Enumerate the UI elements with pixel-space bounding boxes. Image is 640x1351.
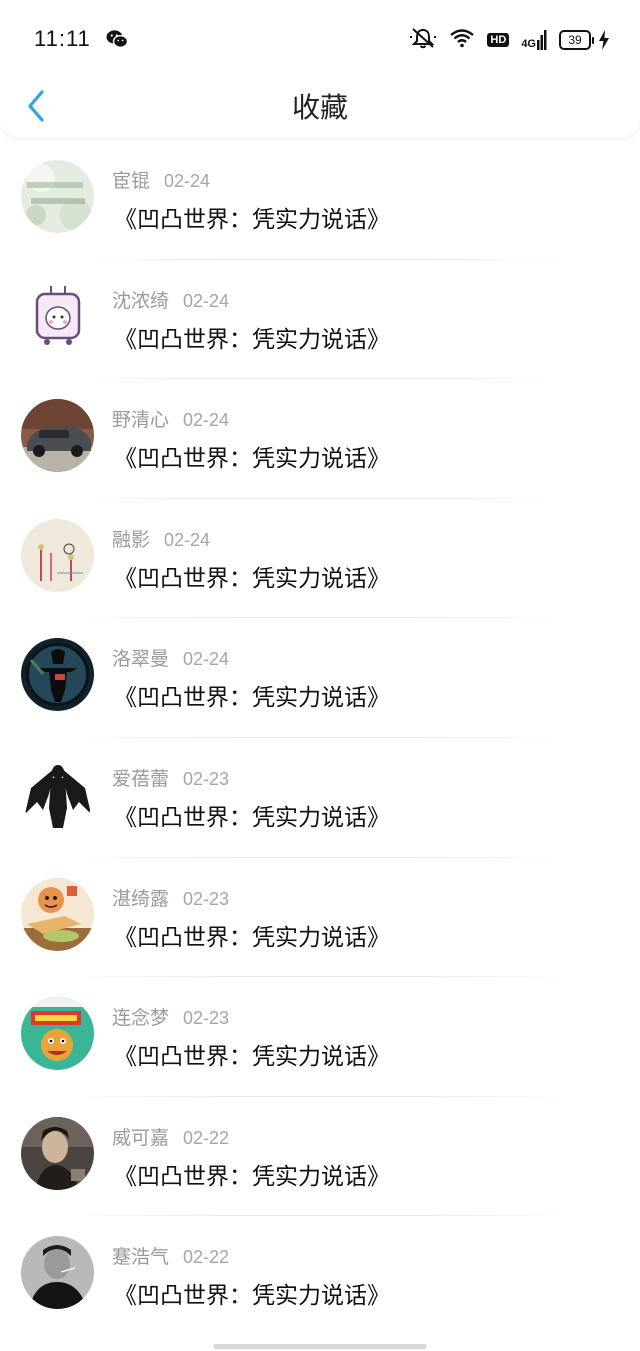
item-meta: 威可嘉 02-22 [112, 1123, 229, 1150]
avatar [21, 518, 94, 592]
item-title: 《凹凸世界：凭实力说话》 [114, 1283, 390, 1310]
charging-bolt-icon [599, 30, 609, 50]
item-meta: 沈浓绮 02-24 [112, 286, 229, 313]
author-name: 湛绮露 [112, 887, 170, 910]
avatar [21, 877, 94, 951]
avatar [21, 757, 94, 831]
avatar [21, 1116, 94, 1190]
author-name: 蹇浩气 [112, 1246, 170, 1269]
wifi-icon [449, 28, 475, 52]
author-name: 连念梦 [112, 1007, 170, 1030]
avatar [21, 638, 94, 712]
item-title: 《凹凸世界：凭实力说话》 [114, 207, 390, 233]
item-date: 02-24 [183, 649, 230, 670]
avatar [21, 997, 94, 1071]
hd-badge: HD [487, 33, 510, 47]
mute-bell-icon [409, 27, 437, 53]
wechat-icon [106, 29, 129, 53]
favorites-list: 宦锟 02-24 《凹凸世界：凭实力说话》 沈浓绮 02-24 《凹凸世界：凭实… [0, 140, 640, 1336]
list-item[interactable]: 爱蓓蕾 02-23 《凹凸世界：凭实力说话》 [0, 738, 640, 858]
item-meta: 蹇浩气 02-22 [112, 1242, 229, 1269]
status-bar: 11:11 HD 4G 39 [0, 0, 640, 78]
item-title: 《凹凸世界：凭实力说话》 [114, 1044, 390, 1071]
battery-indicator: 39 [559, 30, 610, 50]
item-date: 02-23 [183, 768, 230, 789]
item-date: 02-22 [183, 1127, 230, 1148]
item-meta: 湛绮露 02-23 [112, 884, 229, 911]
status-icons: HD 4G 39 [409, 26, 610, 54]
item-date: 02-23 [183, 888, 230, 909]
battery-tip [592, 36, 594, 44]
list-item[interactable]: 湛绮露 02-23 《凹凸世界：凭实力说话》 [0, 858, 640, 978]
page-title: 收藏 [291, 91, 348, 124]
battery-level: 39 [559, 30, 591, 50]
avatar [21, 160, 94, 233]
list-item[interactable]: 融影 02-24 《凹凸世界：凭实力说话》 [0, 499, 640, 619]
signal-icon: 4G [521, 30, 547, 50]
author-name: 威可嘉 [112, 1126, 170, 1149]
list-item[interactable]: 沈浓绮 02-24 《凹凸世界：凭实力说话》 [0, 260, 640, 380]
item-title: 《凹凸世界：凭实力说话》 [114, 446, 390, 473]
item-meta: 爱蓓蕾 02-23 [112, 764, 229, 791]
status-time: 11:11 [34, 26, 91, 51]
home-indicator [213, 1344, 427, 1349]
list-item[interactable]: 宦锟 02-24 《凹凸世界：凭实力说话》 [0, 140, 640, 260]
item-title: 《凹凸世界：凭实力说话》 [114, 924, 390, 951]
network-type: 4G [521, 38, 536, 50]
item-title: 《凹凸世界：凭实力说话》 [114, 1163, 390, 1190]
list-item[interactable]: 蹇浩气 02-22 《凹凸世界：凭实力说话》 [0, 1216, 640, 1336]
list-item[interactable]: 威可嘉 02-22 《凹凸世界：凭实力说话》 [0, 1097, 640, 1217]
author-name: 爱蓓蕾 [112, 767, 170, 790]
avatar [21, 1236, 94, 1310]
item-meta: 野清心 02-24 [112, 405, 229, 432]
item-date: 02-24 [183, 410, 230, 431]
list-item[interactable]: 洛翠曼 02-24 《凹凸世界：凭实力说话》 [0, 618, 640, 738]
item-title: 《凹凸世界：凭实力说话》 [114, 565, 390, 592]
item-meta: 洛翠曼 02-24 [112, 644, 229, 671]
item-meta: 融影 02-24 [112, 525, 210, 552]
author-name: 野清心 [112, 409, 170, 432]
item-meta: 宦锟 02-24 [112, 166, 210, 193]
author-name: 洛翠曼 [112, 648, 170, 671]
author-name: 宦锟 [112, 170, 151, 192]
item-title: 《凹凸世界：凭实力说话》 [114, 804, 390, 831]
list-item[interactable]: 连念梦 02-23 《凹凸世界：凭实力说话》 [0, 977, 640, 1097]
item-title: 《凹凸世界：凭实力说话》 [114, 326, 390, 353]
author-name: 沈浓绮 [112, 289, 170, 312]
item-date: 02-24 [164, 171, 211, 191]
list-item[interactable]: 野清心 02-24 《凹凸世界：凭实力说话》 [0, 379, 640, 499]
item-date: 02-23 [183, 1008, 230, 1029]
item-date: 02-24 [164, 529, 211, 550]
item-title: 《凹凸世界：凭实力说话》 [114, 685, 390, 712]
avatar [21, 279, 94, 353]
phone-screen: 11:11 HD 4G 39 收藏 宦锟 02-24 《凹凸世界：凭实力说话》 … [0, 0, 640, 1351]
item-date: 02-22 [183, 1247, 230, 1268]
avatar [21, 399, 94, 473]
item-date: 02-24 [183, 290, 230, 311]
author-name: 融影 [112, 528, 151, 551]
item-meta: 连念梦 02-23 [112, 1003, 229, 1030]
header-bar: 收藏 [0, 78, 640, 138]
